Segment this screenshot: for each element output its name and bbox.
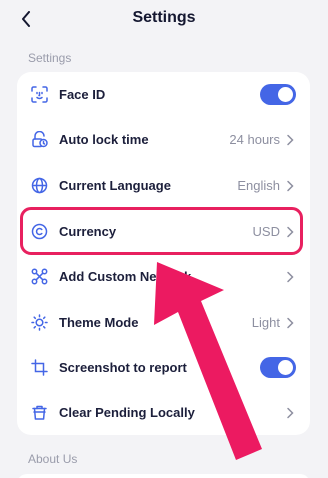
- section-label-about: About Us: [28, 452, 78, 466]
- face-id-icon: [31, 86, 48, 103]
- settings-row-screenshot-report[interactable]: Screenshot to report: [17, 345, 310, 390]
- toggle-knob: [278, 360, 293, 375]
- settings-row-label: Clear Pending Locally: [59, 405, 195, 420]
- settings-row-face-id[interactable]: Face ID: [17, 72, 310, 117]
- globe-icon: [31, 177, 48, 194]
- settings-row-label: Screenshot to report: [59, 360, 187, 375]
- network-icon: [31, 268, 48, 285]
- settings-row-auto-lock[interactable]: Auto lock time 24 hours: [17, 117, 310, 162]
- settings-row-theme-mode[interactable]: Theme Mode Light: [17, 300, 310, 345]
- screenshot-report-toggle[interactable]: [260, 357, 296, 378]
- about-card: [17, 474, 310, 478]
- chevron-right-icon: [287, 407, 294, 418]
- settings-row-custom-network[interactable]: Add Custom Network: [17, 254, 310, 299]
- currency-highlight-box: [20, 207, 303, 255]
- settings-row-clear-pending[interactable]: Clear Pending Locally: [17, 390, 310, 435]
- settings-row-value: 24 hours: [229, 132, 280, 147]
- clock-lock-icon: [31, 131, 48, 148]
- page-title: Settings: [132, 9, 196, 26]
- trash-icon: [31, 404, 48, 421]
- chevron-right-icon: [287, 180, 294, 191]
- face-id-toggle[interactable]: [260, 84, 296, 105]
- settings-row-value: English: [237, 178, 280, 193]
- sun-icon: [31, 314, 48, 331]
- header: Settings: [0, 0, 328, 40]
- section-label-settings: Settings: [28, 51, 72, 65]
- settings-row-label: Add Custom Network: [59, 269, 192, 284]
- chevron-right-icon: [287, 317, 294, 328]
- settings-row-value: Light: [251, 315, 280, 330]
- settings-row-label: Face ID: [59, 87, 106, 102]
- settings-row-label: Auto lock time: [59, 132, 149, 147]
- settings-row-label: Theme Mode: [59, 315, 139, 330]
- settings-row-label: Current Language: [59, 178, 171, 193]
- crop-icon: [31, 359, 48, 376]
- settings-row-language[interactable]: Current Language English: [17, 163, 310, 208]
- toggle-knob: [278, 87, 293, 102]
- chevron-right-icon: [287, 134, 294, 145]
- chevron-right-icon: [287, 271, 294, 282]
